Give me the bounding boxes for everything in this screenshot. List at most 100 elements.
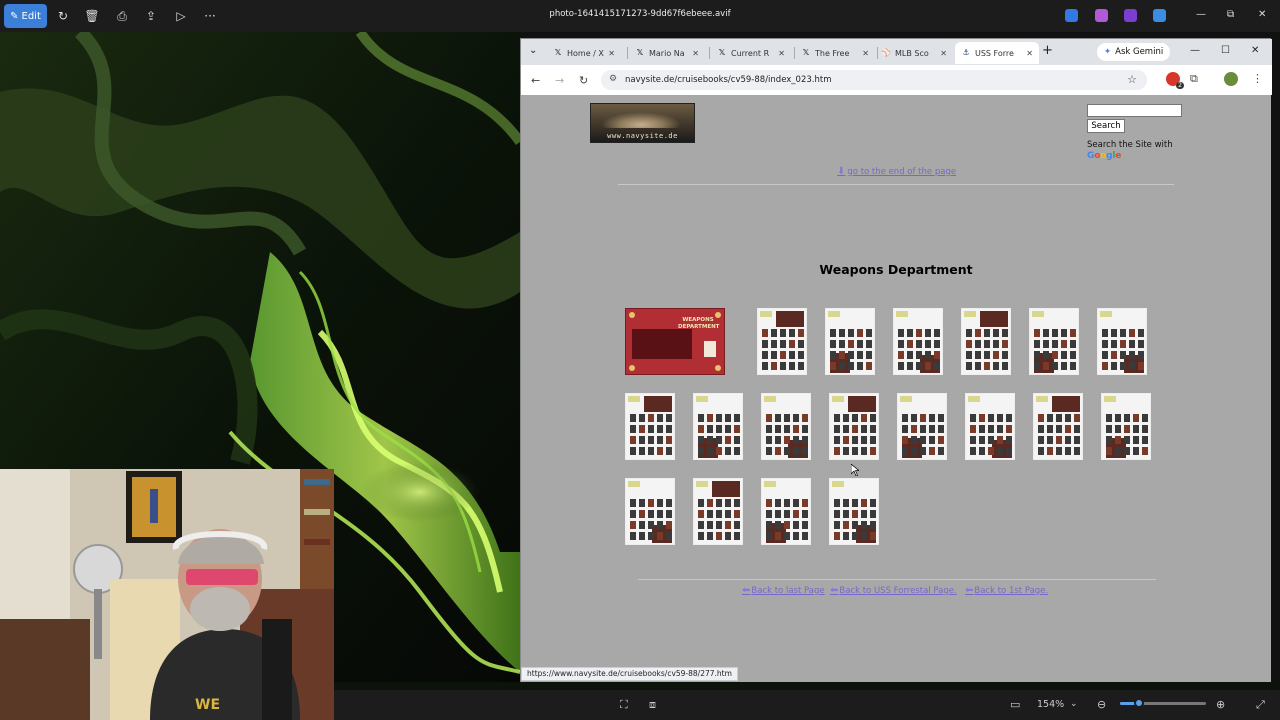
browser-minimize-icon[interactable]: —	[1190, 45, 1200, 56]
new-tab-button[interactable]: +	[1042, 43, 1053, 58]
photo-viewer-titlebar: ✎ Edit ↻ 🗑 ⎙ ⇪ ▷ ··· photo-1641415171273…	[0, 0, 1280, 32]
fit-screen-icon[interactable]: ⛶	[620, 698, 628, 712]
cruisebook-page-thumbnail[interactable]	[1029, 308, 1079, 375]
zoom-in-icon[interactable]: ⊕	[1216, 698, 1225, 711]
tab-uss-forrestal[interactable]: ⚓ USS Forre ✕	[955, 42, 1039, 64]
weapons-dept-cover-thumbnail[interactable]: WEAPONS DEPARTMENT	[625, 308, 725, 375]
thumbnail-portrait	[834, 425, 840, 433]
tab-label: The Free	[815, 48, 850, 58]
app-tray-icon-2[interactable]	[1095, 9, 1108, 22]
cruisebook-page-thumbnail[interactable]	[625, 478, 675, 545]
fit-window-icon[interactable]: ▭	[1010, 698, 1020, 711]
tab-home-x[interactable]: 𝕏 Home / X ✕	[547, 42, 621, 64]
thumbnail-portrait	[834, 510, 840, 518]
browser-toolbar: ← → ↻ ⚙ navysite.de/cruisebooks/cv59-88/…	[521, 65, 1272, 95]
thumbnail-portrait	[911, 414, 917, 422]
reload-icon[interactable]: ↻	[579, 74, 588, 87]
close-icon[interactable]: ✕	[1258, 9, 1266, 20]
fullscreen-icon[interactable]: ⤢	[1256, 698, 1265, 712]
thumbnail-portrait	[934, 351, 940, 359]
thumbnail-portrait	[993, 362, 999, 370]
thumbnail-portrait	[861, 499, 867, 507]
back-to-last-page-link[interactable]: ⬅ Back to last Page	[742, 585, 825, 596]
cruisebook-page-thumbnail[interactable]	[693, 478, 743, 545]
thumbnail-portrait	[979, 447, 985, 455]
mlb-icon: ⚾	[881, 48, 891, 57]
thumbnail-portrait	[1006, 436, 1012, 444]
close-tab-icon[interactable]: ✕	[1026, 49, 1033, 58]
thumbnail-portrait	[1038, 414, 1044, 422]
zoom-slider[interactable]	[1120, 698, 1206, 708]
cruisebook-page-thumbnail[interactable]	[761, 393, 811, 460]
close-tab-icon[interactable]: ✕	[692, 49, 699, 58]
cruisebook-page-thumbnail[interactable]	[693, 393, 743, 460]
cloud-off-icon[interactable]	[1153, 9, 1166, 22]
zoom-level[interactable]: 154%	[1037, 699, 1064, 710]
zoom-dropdown-icon[interactable]: ⌄	[1070, 699, 1078, 709]
cruisebook-page-thumbnail[interactable]	[761, 478, 811, 545]
cruisebook-page-thumbnail[interactable]	[961, 308, 1011, 375]
zoom-slider-thumb[interactable]	[1133, 698, 1144, 708]
back-to-forrestal-link[interactable]: ⬅ Back to USS Forrestal Page.	[830, 585, 957, 596]
tab-search-icon[interactable]: ⌄	[529, 45, 537, 56]
zoom-out-icon[interactable]: ⊖	[1097, 698, 1106, 711]
thumbnail-portrait	[911, 436, 917, 444]
extensions-puzzle-icon[interactable]: ⧉	[1190, 72, 1198, 86]
back-icon[interactable]: ←	[531, 74, 540, 87]
app-tray-icon-1[interactable]	[1065, 9, 1078, 22]
site-search-input[interactable]	[1087, 104, 1182, 117]
search-button[interactable]: Search	[1087, 119, 1125, 133]
thumbnail-portrait	[988, 436, 994, 444]
thumbnail-portrait	[975, 351, 981, 359]
cruisebook-page-thumbnail[interactable]	[897, 393, 947, 460]
cruisebook-page-thumbnail[interactable]	[1033, 393, 1083, 460]
cruisebook-page-thumbnail[interactable]	[757, 308, 807, 375]
cruisebook-page-thumbnail[interactable]	[625, 393, 675, 460]
extension-icon[interactable]: 2	[1166, 72, 1184, 89]
thumbnail-portrait	[784, 510, 790, 518]
profile-avatar[interactable]	[1224, 72, 1238, 86]
close-tab-icon[interactable]: ✕	[608, 49, 615, 58]
minimize-icon[interactable]: —	[1196, 9, 1206, 20]
cruisebook-page-thumbnail[interactable]	[825, 308, 875, 375]
thumbnail-portrait	[648, 510, 654, 518]
forward-icon[interactable]: →	[555, 74, 564, 87]
tab-the-free[interactable]: 𝕏 The Free ✕	[795, 42, 875, 64]
thumbnail-portrait	[1138, 340, 1144, 348]
app-tray-icon-3[interactable]	[1124, 9, 1137, 22]
bookmark-star-icon[interactable]: ☆	[1127, 73, 1137, 86]
site-settings-icon[interactable]: ⚙	[609, 74, 617, 84]
browser-close-icon[interactable]: ✕	[1251, 45, 1259, 56]
navysite-logo[interactable]: www.navysite.de	[590, 103, 695, 143]
thumbnail-portrait	[966, 362, 972, 370]
thumbnail-portrait	[766, 521, 772, 529]
thumbnail-portrait	[784, 532, 790, 540]
address-bar[interactable]: ⚙ navysite.de/cruisebooks/cv59-88/index_…	[601, 70, 1147, 90]
cruisebook-page-thumbnail[interactable]	[829, 393, 879, 460]
goto-end-link[interactable]: ⬇ go to the end of the page	[837, 166, 956, 177]
mouse-cursor-icon	[851, 464, 859, 476]
cruisebook-page-thumbnail[interactable]	[829, 478, 879, 545]
tab-mario[interactable]: 𝕏 Mario Na ✕	[629, 42, 705, 64]
cruisebook-page-thumbnail[interactable]	[1101, 393, 1151, 460]
thumbnail-portrait	[766, 447, 772, 455]
close-tab-icon[interactable]: ✕	[778, 49, 785, 58]
thumbnail-portrait	[725, 436, 731, 444]
browser-menu-icon[interactable]: ⋮	[1252, 72, 1263, 85]
browser-maximize-icon[interactable]: ☐	[1221, 45, 1230, 56]
x-logo-icon: 𝕏	[636, 48, 644, 57]
thumbnail-portrait	[997, 425, 1003, 433]
tab-current[interactable]: 𝕏 Current R ✕	[711, 42, 791, 64]
back-to-first-page-link[interactable]: ⬅ Back to 1st Page.	[965, 585, 1048, 596]
thumbnail-portrait	[648, 425, 654, 433]
cruisebook-page-thumbnail[interactable]	[893, 308, 943, 375]
close-tab-icon[interactable]: ✕	[940, 49, 947, 58]
maximize-icon[interactable]: ⧉	[1227, 9, 1234, 20]
image-info-icon[interactable]: ⧈	[649, 698, 656, 712]
cruisebook-page-thumbnail[interactable]	[965, 393, 1015, 460]
close-tab-icon[interactable]: ✕	[862, 49, 869, 58]
ask-gemini-button[interactable]: ✦ Ask Gemini	[1097, 43, 1171, 61]
cruisebook-page-thumbnail[interactable]	[1097, 308, 1147, 375]
tab-mlb[interactable]: ⚾ MLB Sco ✕	[875, 42, 953, 64]
thumbnail-portrait	[716, 425, 722, 433]
